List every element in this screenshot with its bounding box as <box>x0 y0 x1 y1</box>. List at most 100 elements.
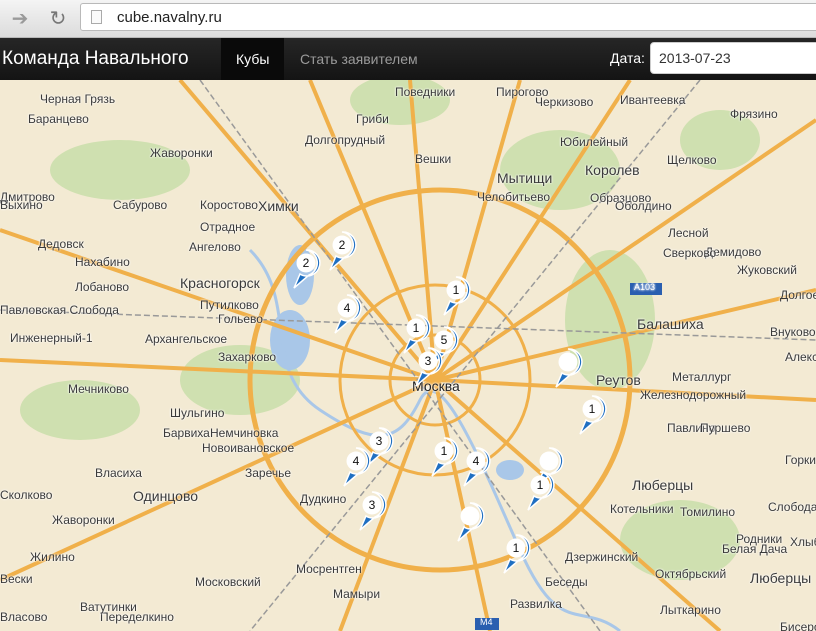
tab-become-applicant[interactable]: Стать заявителем <box>285 38 433 80</box>
place-label: Красногорск <box>180 275 260 291</box>
place-label: Октябрьский <box>655 567 727 581</box>
place-label: Гриби <box>356 112 389 126</box>
marker-count: 1 <box>536 478 544 492</box>
place-label: Хлыбово <box>790 535 816 549</box>
place-label: Щелково <box>667 153 717 167</box>
place-label: Родники <box>736 532 783 546</box>
place-label: Власово <box>0 610 48 624</box>
place-label: Бисеро <box>780 620 816 631</box>
place-label: Барвиха <box>163 426 210 440</box>
cube-marker[interactable]: 2 <box>327 230 357 272</box>
place-label: Дудкино <box>300 492 347 506</box>
marker-count: 2 <box>338 238 346 252</box>
place-label: Сколково <box>0 488 53 502</box>
shield-m4: M4 <box>480 617 493 627</box>
tab-cubes[interactable]: Кубы <box>221 38 285 80</box>
cube-marker[interactable]: 1 <box>441 275 471 317</box>
place-label: Выхино <box>0 198 43 212</box>
cube-marker[interactable]: 3 <box>413 346 443 388</box>
place-label: Мытищи <box>497 170 553 186</box>
place-label: Павловская Слобода <box>0 303 119 317</box>
place-label: Захарково <box>218 350 277 364</box>
place-label: Сверково <box>663 246 717 260</box>
marker-count: 4 <box>472 454 480 468</box>
cube-marker[interactable]: 1 <box>525 470 555 512</box>
marker-count: 1 <box>412 321 420 335</box>
date-input[interactable] <box>650 42 816 74</box>
place-label: Лыткарино <box>660 603 721 617</box>
cube-marker[interactable] <box>455 501 485 543</box>
place-label: Московский <box>195 575 261 589</box>
place-label: Горки <box>785 453 816 467</box>
marker-count <box>461 507 479 525</box>
cube-marker[interactable]: 1 <box>429 436 459 478</box>
place-label: Немчиновка <box>210 426 279 440</box>
marker-count: 1 <box>440 444 448 458</box>
cube-marker[interactable]: 2 <box>291 248 321 290</box>
place-label: Внуково <box>770 325 816 339</box>
place-label: Химки <box>258 198 299 214</box>
place-label: Черная Грязь <box>40 92 116 106</box>
place-label: Жаворонки <box>150 146 213 160</box>
place-label: Юбилейный <box>560 135 629 149</box>
place-label: Шульгино <box>170 406 225 420</box>
cube-marker[interactable]: 1 <box>501 533 531 575</box>
place-label: Люберцы <box>632 477 694 493</box>
place-label: Лобаново <box>75 280 130 294</box>
place-label: Вески <box>0 572 33 586</box>
browser-toolbar: ➔ ↻ cube.navalny.ru <box>0 0 816 38</box>
place-label: Ватутинки <box>80 600 137 614</box>
place-label: Нахабино <box>75 255 130 269</box>
marker-count <box>559 353 577 371</box>
place-label: Балашиха <box>637 316 704 332</box>
navbar: Команда Навального Кубы Стать заявителем… <box>0 38 816 80</box>
place-label: Котельники <box>610 502 674 516</box>
place-label: Развилка <box>510 597 562 611</box>
cube-marker[interactable] <box>553 347 583 389</box>
place-label: Новоивановское <box>202 441 295 455</box>
marker-count <box>540 452 558 470</box>
page-icon <box>91 10 102 24</box>
place-label: Фрязино <box>730 107 778 121</box>
place-label: Мосрентген <box>296 562 362 576</box>
place-label: Оболдино <box>615 199 672 213</box>
place-label: Одинцово <box>133 488 199 504</box>
place-label: Слобода <box>768 500 816 514</box>
cube-marker[interactable]: 4 <box>461 446 491 488</box>
place-label: Инженерный-1 <box>10 331 93 345</box>
marker-count: 3 <box>368 498 376 512</box>
marker-count: 3 <box>424 354 432 368</box>
place-label: Жуковский <box>737 263 797 277</box>
place-label: Ивантеевка <box>620 93 686 107</box>
place-label: Лесной <box>668 226 709 240</box>
forward-arrow-icon[interactable]: ➔ <box>8 6 32 31</box>
cube-marker[interactable]: 4 <box>332 293 362 335</box>
map[interactable]: Черная Грязь Баранцево Гриби Долгопрудный По… <box>0 80 816 631</box>
place-label: Отрадное <box>200 220 256 234</box>
cube-marker[interactable]: 1 <box>577 394 607 436</box>
place-label: Жилино <box>30 550 75 564</box>
place-label: Королев <box>585 162 640 178</box>
marker-count: 4 <box>352 454 360 468</box>
place-label: Жаворонки <box>52 513 115 527</box>
place-label: Долгопрудный <box>305 133 386 147</box>
place-label: Дедовск <box>38 237 84 251</box>
address-bar[interactable]: cube.navalny.ru <box>80 3 816 31</box>
place-label: Голь­ево <box>218 312 263 326</box>
place-label: Железнодорожный <box>640 388 747 402</box>
cube-marker[interactable]: 4 <box>341 446 371 488</box>
marker-count: 3 <box>375 434 383 448</box>
place-label: Мамыри <box>333 587 381 601</box>
place-label: Челобитьево <box>477 190 550 204</box>
place-label: Алексеевка <box>785 350 816 364</box>
brand[interactable]: Команда Навального <box>2 48 189 70</box>
place-label: Власиха <box>95 466 142 480</box>
place-label: Металлург <box>672 370 732 384</box>
marker-count: 1 <box>452 283 460 297</box>
reload-icon[interactable]: ↻ <box>46 6 70 31</box>
place-label: Пуршево <box>700 421 751 435</box>
cube-marker[interactable]: 3 <box>357 490 387 532</box>
place-label: Ангелово <box>189 240 241 254</box>
place-label: Томилино <box>680 505 736 519</box>
place-label: Вешки <box>415 152 452 166</box>
